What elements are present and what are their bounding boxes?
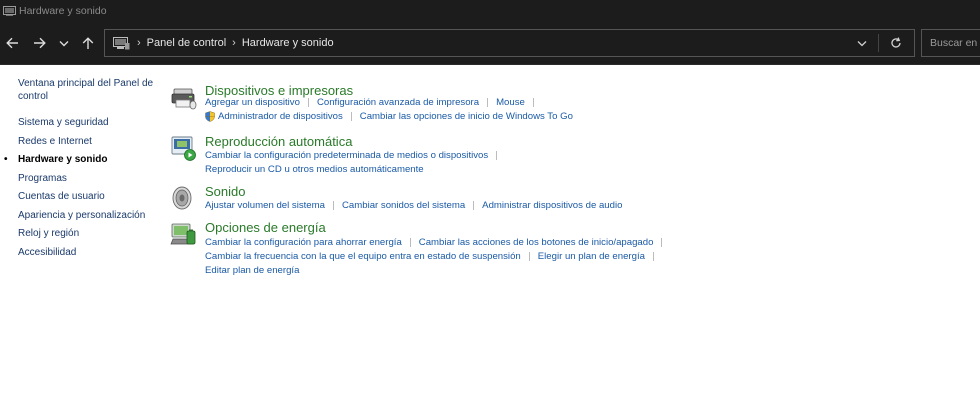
choose-power-plan-link[interactable]: Elegir un plan de energía [538, 251, 645, 262]
refresh-icon [891, 37, 901, 48]
manage-audio-devices-link[interactable]: Administrar dispositivos de audio [482, 200, 622, 211]
forward-button[interactable] [27, 21, 51, 65]
sidebar: Ventana principal del Panel de control S… [4, 77, 158, 264]
title-bar: Hardware y sonido [0, 0, 980, 21]
sidebar-item-network-internet[interactable]: Redes e Internet [18, 135, 158, 148]
change-sleep-frequency-link[interactable]: Cambiar la frecuencia con la que el equi… [205, 251, 521, 262]
recent-locations-button[interactable] [52, 21, 76, 65]
link-separator [409, 238, 411, 247]
control-panel-icon [113, 36, 131, 50]
power-options-icon [170, 220, 198, 248]
sidebar-item-programs[interactable]: Programas [18, 172, 158, 185]
sidebar-item-label: Hardware y sonido [18, 154, 108, 165]
add-device-link[interactable]: Agregar un dispositivo [205, 97, 300, 108]
chevron-down-icon [857, 40, 867, 46]
sidebar-item-system-security[interactable]: Sistema y seguridad [18, 116, 158, 129]
change-system-sounds-link[interactable]: Cambiar sonidos del sistema [342, 200, 465, 211]
category-links-row: Editar plan de energía [205, 265, 299, 276]
control-panel-icon [2, 4, 16, 18]
navigation-bar: › Panel de control › Hardware y sonido [0, 21, 980, 65]
category-links-row: Cambiar la frecuencia con la que el equi… [205, 251, 662, 262]
link-separator [532, 98, 534, 107]
address-history-button[interactable] [854, 30, 870, 56]
category-links-row: Administrador de dispositivos Cambiar la… [205, 111, 573, 122]
category-title[interactable]: Sonido [205, 184, 245, 199]
back-button[interactable] [0, 21, 24, 65]
category-title[interactable]: Reproducción automática [205, 134, 352, 149]
adjust-system-volume-link[interactable]: Ajustar volumen del sistema [205, 200, 325, 211]
link-separator [661, 238, 663, 247]
address-divider [878, 34, 879, 52]
refresh-button[interactable] [886, 30, 906, 56]
link-separator [350, 112, 352, 121]
search-box[interactable] [921, 29, 980, 57]
edit-power-plan-link[interactable]: Editar plan de energía [205, 265, 299, 276]
windows-to-go-options-link[interactable]: Cambiar las opciones de inicio de Window… [360, 111, 573, 122]
category-title[interactable]: Opciones de energía [205, 220, 326, 235]
autoplay-icon [170, 134, 198, 162]
link-separator [487, 98, 489, 107]
current-bullet-icon: • [4, 154, 8, 165]
advanced-printer-setup-link[interactable]: Configuración avanzada de impresora [317, 97, 479, 108]
link-separator [307, 98, 309, 107]
breadcrumb-separator-icon: › [232, 37, 236, 49]
search-input[interactable] [922, 37, 980, 49]
category-links-row: Cambiar la configuración para ahorrar en… [205, 237, 670, 248]
link-separator [473, 201, 475, 210]
chevron-down-icon [59, 40, 69, 47]
sidebar-item-user-accounts[interactable]: Cuentas de usuario [18, 190, 158, 203]
arrow-up-icon [82, 36, 94, 50]
sidebar-item-clock-region[interactable]: Reloj y región [18, 227, 158, 240]
breadcrumb-hardware-sound[interactable]: Hardware y sonido [242, 37, 334, 49]
sidebar-item-hardware-sound: • Hardware y sonido [4, 153, 158, 166]
mouse-link[interactable]: Mouse [496, 97, 525, 108]
change-power-saving-settings-link[interactable]: Cambiar la configuración para ahorrar en… [205, 237, 402, 248]
link-separator [528, 252, 530, 261]
category-links-row: Reproducir un CD u otros medios automáti… [205, 164, 424, 175]
arrow-right-icon [33, 37, 46, 49]
window-title: Hardware y sonido [19, 4, 107, 17]
category-title[interactable]: Dispositivos e impresoras [205, 83, 353, 98]
category-links-row: Cambiar la configuración predeterminada … [205, 150, 505, 161]
arrow-left-icon [5, 37, 19, 49]
autoplay-cd-media-link[interactable]: Reproducir un CD u otros medios automáti… [205, 164, 424, 175]
link-separator [652, 252, 654, 261]
uac-shield-icon [205, 111, 215, 122]
category-links-row: Ajustar volumen del sistema Cambiar soni… [205, 200, 622, 211]
devices-printers-icon [170, 83, 198, 111]
link-separator [332, 201, 334, 210]
change-default-media-settings-link[interactable]: Cambiar la configuración predeterminada … [205, 150, 488, 161]
sidebar-item-accessibility[interactable]: Accesibilidad [18, 246, 158, 259]
speaker-icon [170, 184, 198, 212]
link-separator [496, 151, 498, 160]
up-button[interactable] [76, 21, 100, 65]
sidebar-item-appearance[interactable]: Apariencia y personalización [18, 209, 158, 222]
change-power-buttons-link[interactable]: Cambiar las acciones de los botones de i… [419, 237, 654, 248]
address-bar[interactable]: › Panel de control › Hardware y sonido [104, 29, 915, 57]
device-manager-link[interactable]: Administrador de dispositivos [218, 111, 343, 122]
breadcrumb-control-panel[interactable]: Panel de control [147, 37, 227, 49]
sidebar-item-home[interactable]: Ventana principal del Panel de control [18, 77, 158, 103]
category-links-row: Agregar un dispositivo Configuración ava… [205, 97, 542, 108]
breadcrumb-separator-icon: › [137, 37, 141, 49]
